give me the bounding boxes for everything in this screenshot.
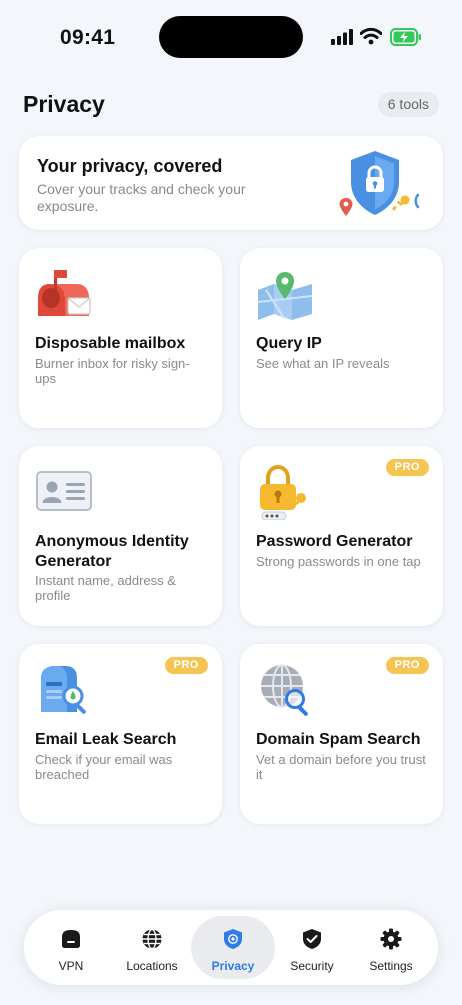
tab-label: Privacy bbox=[211, 959, 255, 973]
tab-privacy[interactable]: Privacy bbox=[191, 916, 275, 979]
tab-security[interactable]: Security bbox=[270, 916, 354, 979]
tool-description: Vet a domain before you trust it bbox=[256, 752, 426, 782]
privacy-shield-icon bbox=[224, 929, 242, 949]
dynamic-island bbox=[159, 16, 303, 58]
battery-charging-icon bbox=[390, 28, 421, 46]
tool-card-query-ip[interactable]: Query IP See what an IP reveals bbox=[240, 248, 443, 428]
page-header: Privacy 6 tools bbox=[23, 88, 439, 122]
mailbox-search-icon bbox=[41, 666, 86, 714]
tool-description: Strong passwords in one tap bbox=[256, 554, 421, 569]
globe-search-icon bbox=[261, 664, 308, 716]
tool-title: Domain Spam Search bbox=[256, 731, 421, 748]
tool-title: Disposable mailbox bbox=[35, 335, 186, 352]
privacy-hero-card: Your privacy, covered Cover your tracks … bbox=[19, 136, 443, 230]
padlock-key-icon bbox=[260, 464, 306, 520]
tool-card-password-generator[interactable]: PRO Password Generator Strong passwords … bbox=[240, 446, 443, 626]
pro-badge: PRO bbox=[385, 459, 429, 476]
map-pin-icon bbox=[257, 272, 313, 320]
mailbox-icon bbox=[38, 270, 91, 316]
tools-count-badge: 6 tools bbox=[377, 92, 439, 117]
tool-description: Burner inbox for risky sign-ups bbox=[35, 356, 190, 386]
wifi-icon bbox=[360, 27, 382, 45]
status-bar: 09:41 bbox=[0, 0, 462, 76]
globe-icon bbox=[142, 928, 162, 950]
tab-vpn[interactable]: VPN bbox=[29, 916, 113, 979]
shield-lock-icon bbox=[339, 151, 420, 216]
tool-description: See what an IP reveals bbox=[256, 356, 390, 371]
tab-label: Locations bbox=[126, 959, 178, 973]
id-card-icon bbox=[36, 471, 92, 511]
hero-subtitle: Cover your tracks and check your exposur… bbox=[37, 181, 246, 214]
cellular-signal-icon bbox=[331, 29, 353, 45]
tool-card-domain-spam-search[interactable]: PRO Domain Spam Search Vet a domain befo… bbox=[240, 644, 443, 824]
tool-card-email-leak-search[interactable]: PRO Email Leak Search Check if your emai… bbox=[19, 644, 222, 824]
tab-locations[interactable]: Locations bbox=[110, 916, 194, 979]
tool-description: Check if your email was breached bbox=[35, 752, 173, 782]
page-title: Privacy bbox=[23, 91, 105, 117]
pro-badge: PRO bbox=[164, 657, 208, 674]
pro-badge: PRO bbox=[385, 657, 429, 674]
tab-label: Security bbox=[290, 959, 334, 973]
vpn-icon bbox=[62, 930, 80, 948]
bottom-tab-bar: VPN Locations Privacy Security Settings bbox=[24, 910, 438, 985]
tool-title: Query IP bbox=[256, 335, 322, 352]
tool-title: Anonymous Identity Generator bbox=[35, 533, 189, 570]
gear-icon bbox=[380, 928, 402, 950]
hero-title: Your privacy, covered bbox=[37, 156, 223, 176]
status-time: 09:41 bbox=[60, 26, 116, 49]
tool-title: Email Leak Search bbox=[35, 731, 177, 748]
tool-description: Instant name, address & profile bbox=[35, 573, 176, 603]
tool-card-disposable-mailbox[interactable]: Disposable mailbox Burner inbox for risk… bbox=[19, 248, 222, 428]
tab-settings[interactable]: Settings bbox=[349, 916, 433, 979]
tool-card-anonymous-identity[interactable]: Anonymous Identity Generator Instant nam… bbox=[19, 446, 222, 626]
tab-label: VPN bbox=[58, 959, 84, 973]
tool-title: Password Generator bbox=[256, 533, 413, 550]
security-shield-icon bbox=[303, 929, 321, 949]
tab-label: Settings bbox=[369, 959, 413, 973]
